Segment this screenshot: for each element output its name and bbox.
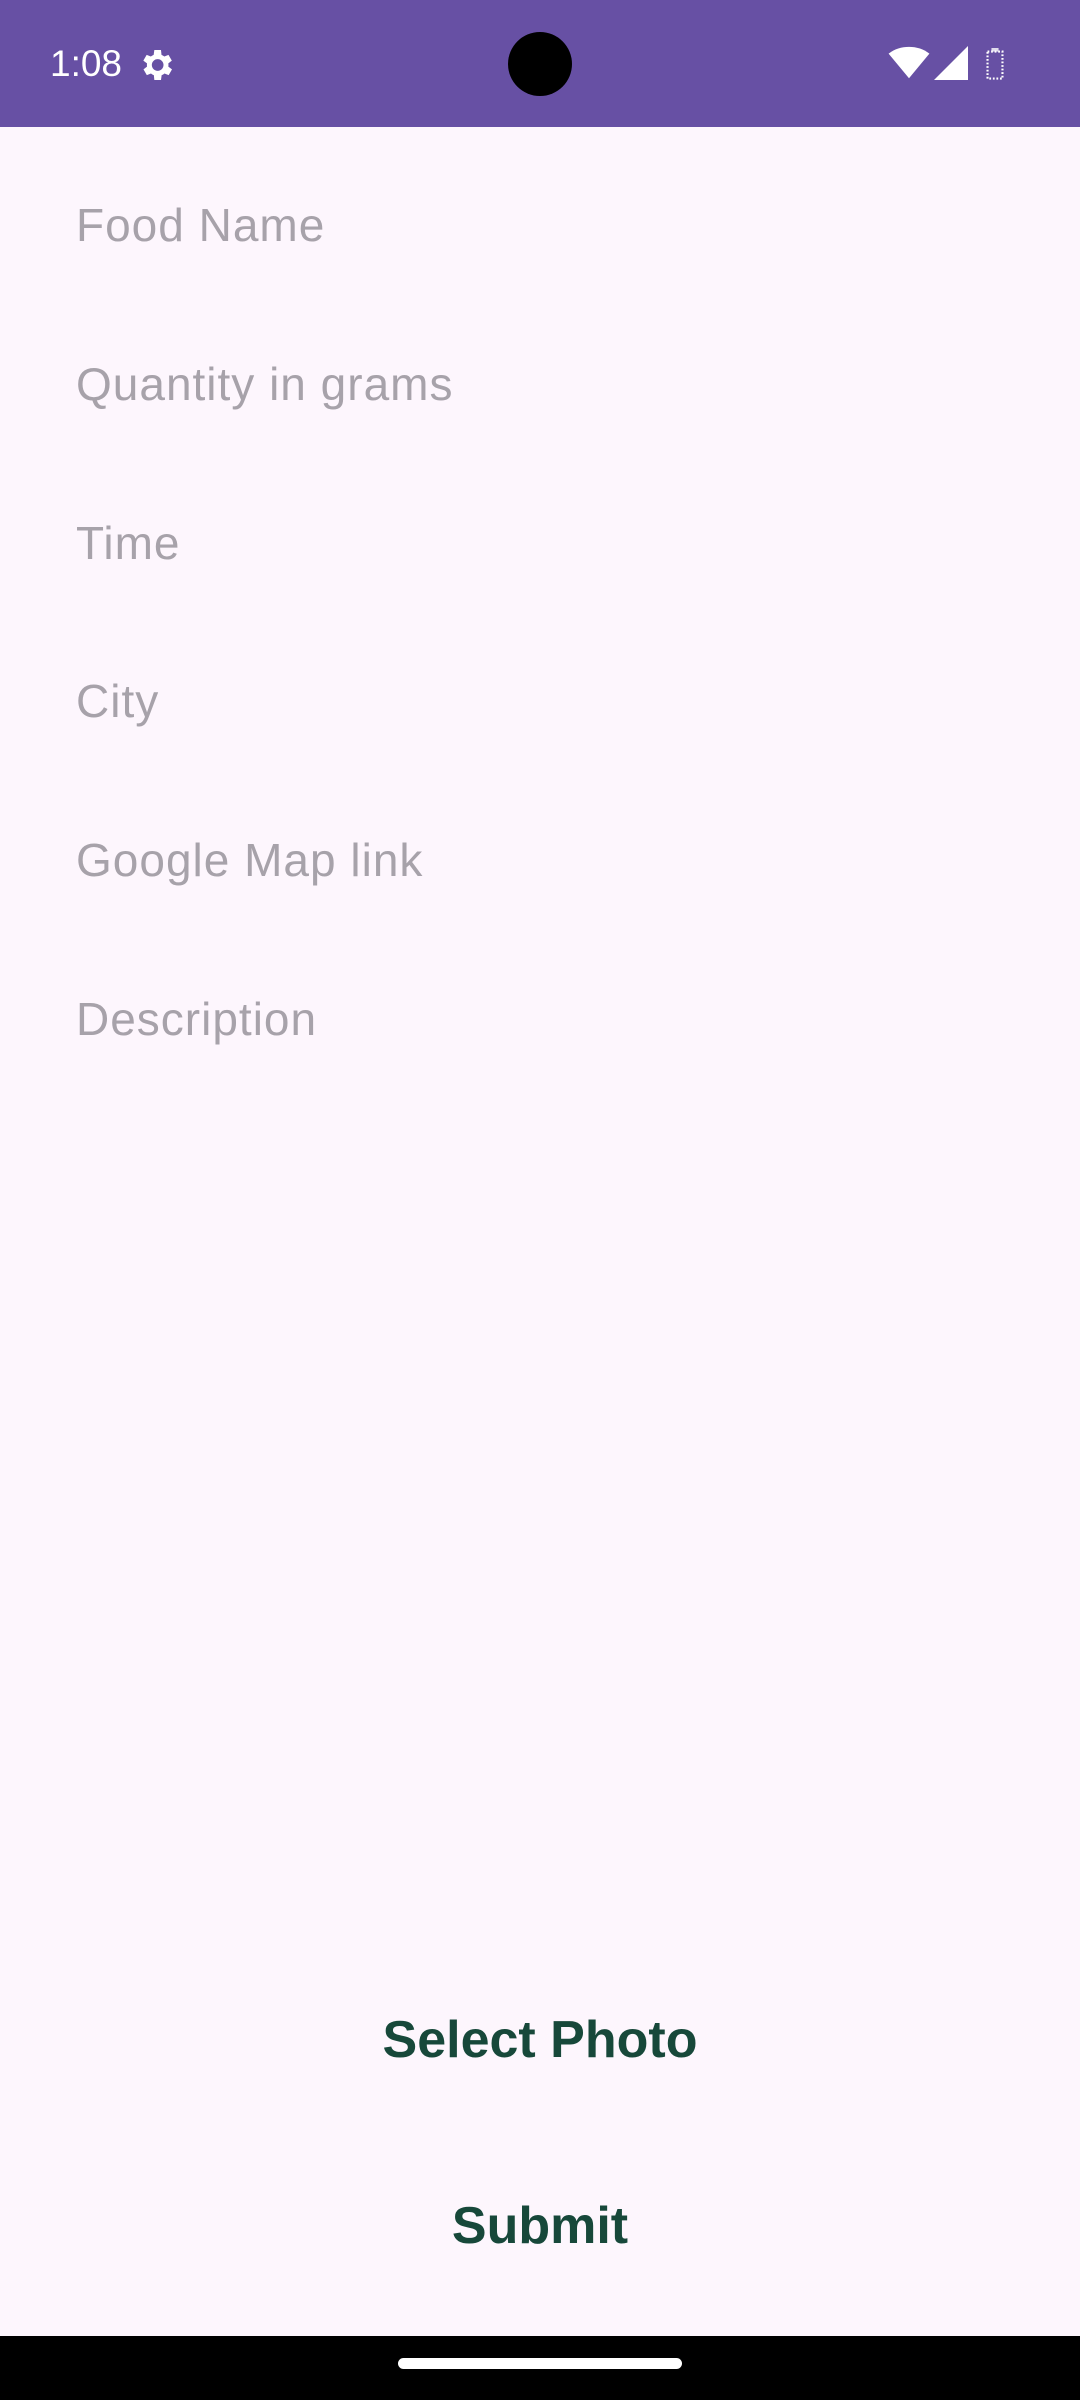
status-time: 1:08 [50,43,123,84]
time-field[interactable] [76,498,1036,588]
food-name-input[interactable] [76,198,1036,252]
google-map-link-input[interactable] [76,833,1036,887]
wifi-icon [888,46,930,79]
city-field[interactable] [76,656,1036,746]
status-bar: 1:08 [0,0,1080,127]
time-input[interactable] [76,516,1036,570]
navigation-bar [0,2336,1080,2400]
quantity-field[interactable] [76,339,1036,429]
google-map-link-field[interactable] [76,815,1036,905]
quantity-input[interactable] [76,357,1036,411]
signal-icon [934,46,968,80]
submit-button[interactable]: Submit [0,2196,1080,2256]
home-indicator[interactable] [398,2358,682,2369]
battery-icon [986,48,1004,80]
city-input[interactable] [76,674,1036,728]
food-name-field[interactable] [76,180,1036,270]
description-field[interactable] [76,974,1036,1064]
description-input[interactable] [76,992,1036,1046]
camera-cutout [508,32,572,96]
select-photo-button[interactable]: Select Photo [0,2010,1080,2070]
gear-icon [143,50,172,80]
